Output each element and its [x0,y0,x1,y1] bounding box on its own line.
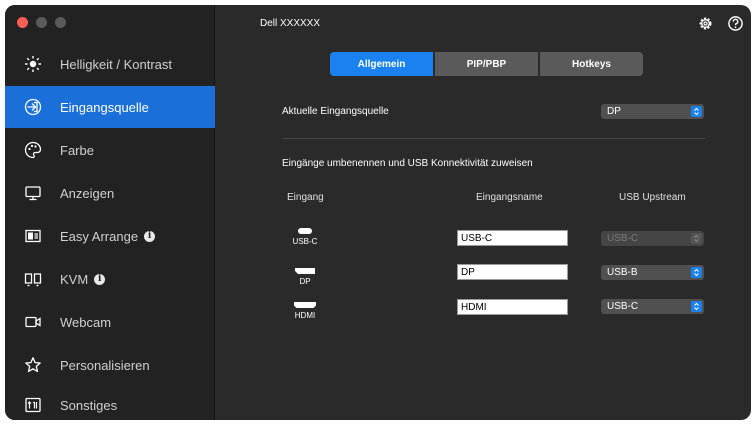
sidebar-item-label: Farbe [60,142,94,158]
select-value: USB-C [607,233,639,244]
window-controls [17,17,66,28]
tab-pip-pbp[interactable]: PIP/PBP [435,52,538,76]
current-source-label: Aktuelle Eingangsquelle [282,106,389,117]
column-header-input: Eingang [287,192,324,203]
sidebar-item-display[interactable]: Anzeigen [5,172,215,214]
star-icon [22,354,44,376]
zoom-window-button[interactable] [55,17,66,28]
sidebar-item-label: Webcam [60,314,112,330]
sidebar-item-label: Easy Arrange [60,228,139,244]
sidebar-item-label: Anzeigen [60,185,115,201]
main-panel: Dell XXXXXX Allgemein PIP/PBP Hotkeys Ak… [215,5,751,420]
input-name-field-dp[interactable] [457,264,568,280]
usb-upstream-select-dp[interactable]: USB-B [601,265,704,280]
port-label: DP [299,277,311,286]
port-label: HDMI [294,311,316,320]
tab-hotkeys[interactable]: Hotkeys [540,52,643,76]
sidebar-item-color[interactable]: Farbe [5,129,215,171]
gear-icon[interactable] [697,15,714,32]
info-icon[interactable]: i [94,273,106,285]
sidebar-item-label: Sonstiges [60,397,118,413]
column-header-usb: USB Upstream [619,192,686,203]
usb-upstream-select-hdmi[interactable]: USB-C [601,299,704,314]
sidebar-item-label: Helligkeit / Kontrast [60,56,172,72]
kvm-icon [22,268,44,290]
window-title: Dell XXXXXX [260,18,321,29]
sidebar-item-label: KVM [60,271,89,287]
chevron-updown-icon [691,233,702,244]
select-value: USB-C [607,301,639,312]
minimize-window-button[interactable] [36,17,47,28]
info-icon[interactable]: i [144,230,156,242]
port-dp: DP [285,267,325,286]
section-divider [282,138,705,139]
display-icon [22,182,44,204]
input-source-icon [22,96,44,118]
select-value: USB-B [607,267,638,278]
sidebar: Helligkeit / Kontrast Eingangsquelle Far… [5,5,215,420]
sidebar-item-label: Eingangsquelle [60,99,149,115]
help-icon[interactable] [727,15,744,32]
sidebar-item-input-source[interactable]: Eingangsquelle [5,86,215,128]
chevron-updown-icon [691,106,702,117]
sidebar-item-easy-arrange[interactable]: Easy Arrange i [5,215,215,257]
sidebar-item-others[interactable]: Sonstiges [5,384,215,420]
port-label: USB-C [292,237,318,246]
chevron-updown-icon [691,267,702,278]
sidebar-item-personalize[interactable]: Personalisieren [5,344,215,386]
chevron-updown-icon [691,301,702,312]
hdmi-icon [293,301,317,309]
port-hdmi: HDMI [285,301,325,320]
usb-upstream-select-usb-c: USB-C [601,231,704,246]
current-source-select[interactable]: DP [601,104,704,119]
tab-bar: Allgemein PIP/PBP Hotkeys [330,52,643,76]
app-window: Helligkeit / Kontrast Eingangsquelle Far… [5,5,751,420]
sidebar-item-label: Personalisieren [60,357,150,373]
sidebar-item-brightness[interactable]: Helligkeit / Kontrast [5,43,215,85]
select-value: DP [607,106,621,117]
column-header-name: Eingangsname [476,192,543,203]
layout-icon [22,225,44,247]
input-name-field-hdmi[interactable] [457,299,568,315]
usb-c-port-icon [297,227,313,235]
sidebar-item-kvm[interactable]: KVM i [5,258,215,300]
input-name-field-usb-c[interactable] [457,230,568,246]
webcam-icon [22,311,44,333]
tab-general[interactable]: Allgemein [330,52,433,76]
close-window-button[interactable] [17,17,28,28]
others-icon [22,394,44,416]
rename-section-heading: Eingänge umbenennen und USB Konnektivitä… [282,158,533,169]
sidebar-item-webcam[interactable]: Webcam [5,301,215,343]
displayport-icon [294,267,316,275]
brightness-icon [22,53,44,75]
color-palette-icon [22,139,44,161]
port-usb-c: USB-C [285,227,325,246]
